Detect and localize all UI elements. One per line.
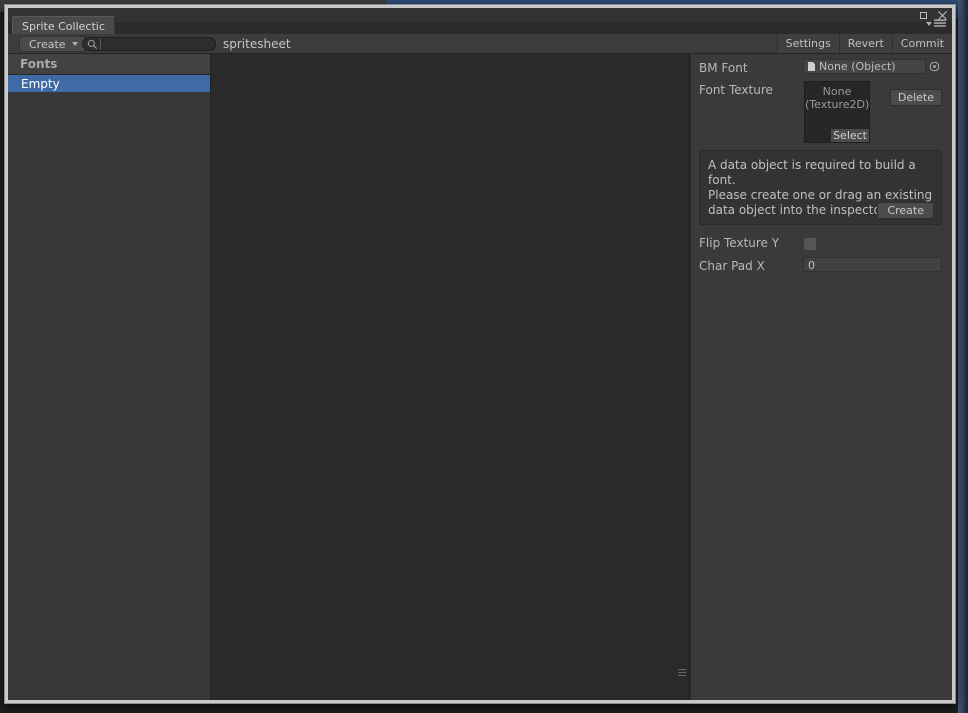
font-texture-value: None (Texture2D) xyxy=(805,85,870,111)
bm-font-label: BM Font xyxy=(699,61,748,75)
hamburger-icon xyxy=(934,19,946,27)
create-button-label: Create xyxy=(29,37,66,51)
create-data-object-button[interactable]: Create xyxy=(877,202,934,219)
sidebar: Fonts Empty xyxy=(8,54,211,700)
commit-button-label: Commit xyxy=(900,37,944,50)
toolbar: Create spritesheet Settings Revert Commi… xyxy=(8,34,952,54)
font-texture-row: Font Texture None (Texture2D) Select Del… xyxy=(691,81,952,143)
search-field[interactable] xyxy=(82,37,252,51)
revert-button-label: Revert xyxy=(847,37,884,50)
sidebar-item-empty[interactable]: Empty xyxy=(8,75,210,92)
font-texture-label: Font Texture xyxy=(699,83,773,97)
search-icon xyxy=(87,39,98,49)
sidebar-item-label: Empty xyxy=(21,76,60,91)
sidebar-section-label: Fonts xyxy=(20,57,58,71)
panel-menu-button[interactable] xyxy=(925,19,946,28)
flip-texture-y-checkbox[interactable] xyxy=(803,237,817,251)
create-button[interactable]: Create xyxy=(19,36,86,52)
chevron-down-icon xyxy=(71,42,78,46)
tab-label: Sprite Collectic xyxy=(22,19,105,33)
char-pad-x-input[interactable]: 0 xyxy=(803,257,942,272)
bm-font-value: None (Object) xyxy=(819,60,896,73)
revert-button[interactable]: Revert xyxy=(838,34,892,53)
commit-button[interactable]: Commit xyxy=(891,34,952,53)
inspector-panel: BM Font None (Object) Font Texture None … xyxy=(690,54,952,700)
bm-font-row: BM Font None (Object) xyxy=(691,59,952,78)
help-box: A data object is required to build a fon… xyxy=(699,150,942,225)
tab-bar: Sprite Collectic xyxy=(8,16,952,35)
toolbar-actions: Settings Revert Commit xyxy=(776,34,952,53)
flip-texture-y-row: Flip Texture Y xyxy=(691,234,952,253)
sidebar-section-header: Fonts xyxy=(8,54,210,75)
char-pad-x-row: Char Pad X 0 xyxy=(691,257,952,276)
delete-button[interactable]: Delete xyxy=(889,89,942,106)
window-content: Sprite Collectic Create spritesheet Sett… xyxy=(8,8,952,700)
font-texture-preview[interactable]: None (Texture2D) Select xyxy=(804,81,870,143)
sprite-canvas[interactable] xyxy=(211,54,690,700)
document-name-label: spritesheet xyxy=(223,37,291,51)
object-picker-icon xyxy=(929,61,939,72)
desktop-band-right xyxy=(958,0,968,713)
bm-font-object-field[interactable]: None (Object) xyxy=(803,59,926,74)
bm-font-picker-button[interactable] xyxy=(926,59,942,74)
document-icon xyxy=(808,62,815,71)
settings-button[interactable]: Settings xyxy=(776,34,839,53)
settings-button-label: Settings xyxy=(785,37,831,50)
flip-texture-y-label: Flip Texture Y xyxy=(699,236,780,250)
char-pad-x-label: Char Pad X xyxy=(699,259,765,273)
scroll-hint-icon xyxy=(678,669,686,676)
font-texture-select-button[interactable]: Select xyxy=(831,129,869,142)
application-window: Sprite Collectic Create spritesheet Sett… xyxy=(4,4,956,704)
chevron-down-icon xyxy=(926,21,932,26)
tab-sprite-collection[interactable]: Sprite Collectic xyxy=(12,16,115,35)
